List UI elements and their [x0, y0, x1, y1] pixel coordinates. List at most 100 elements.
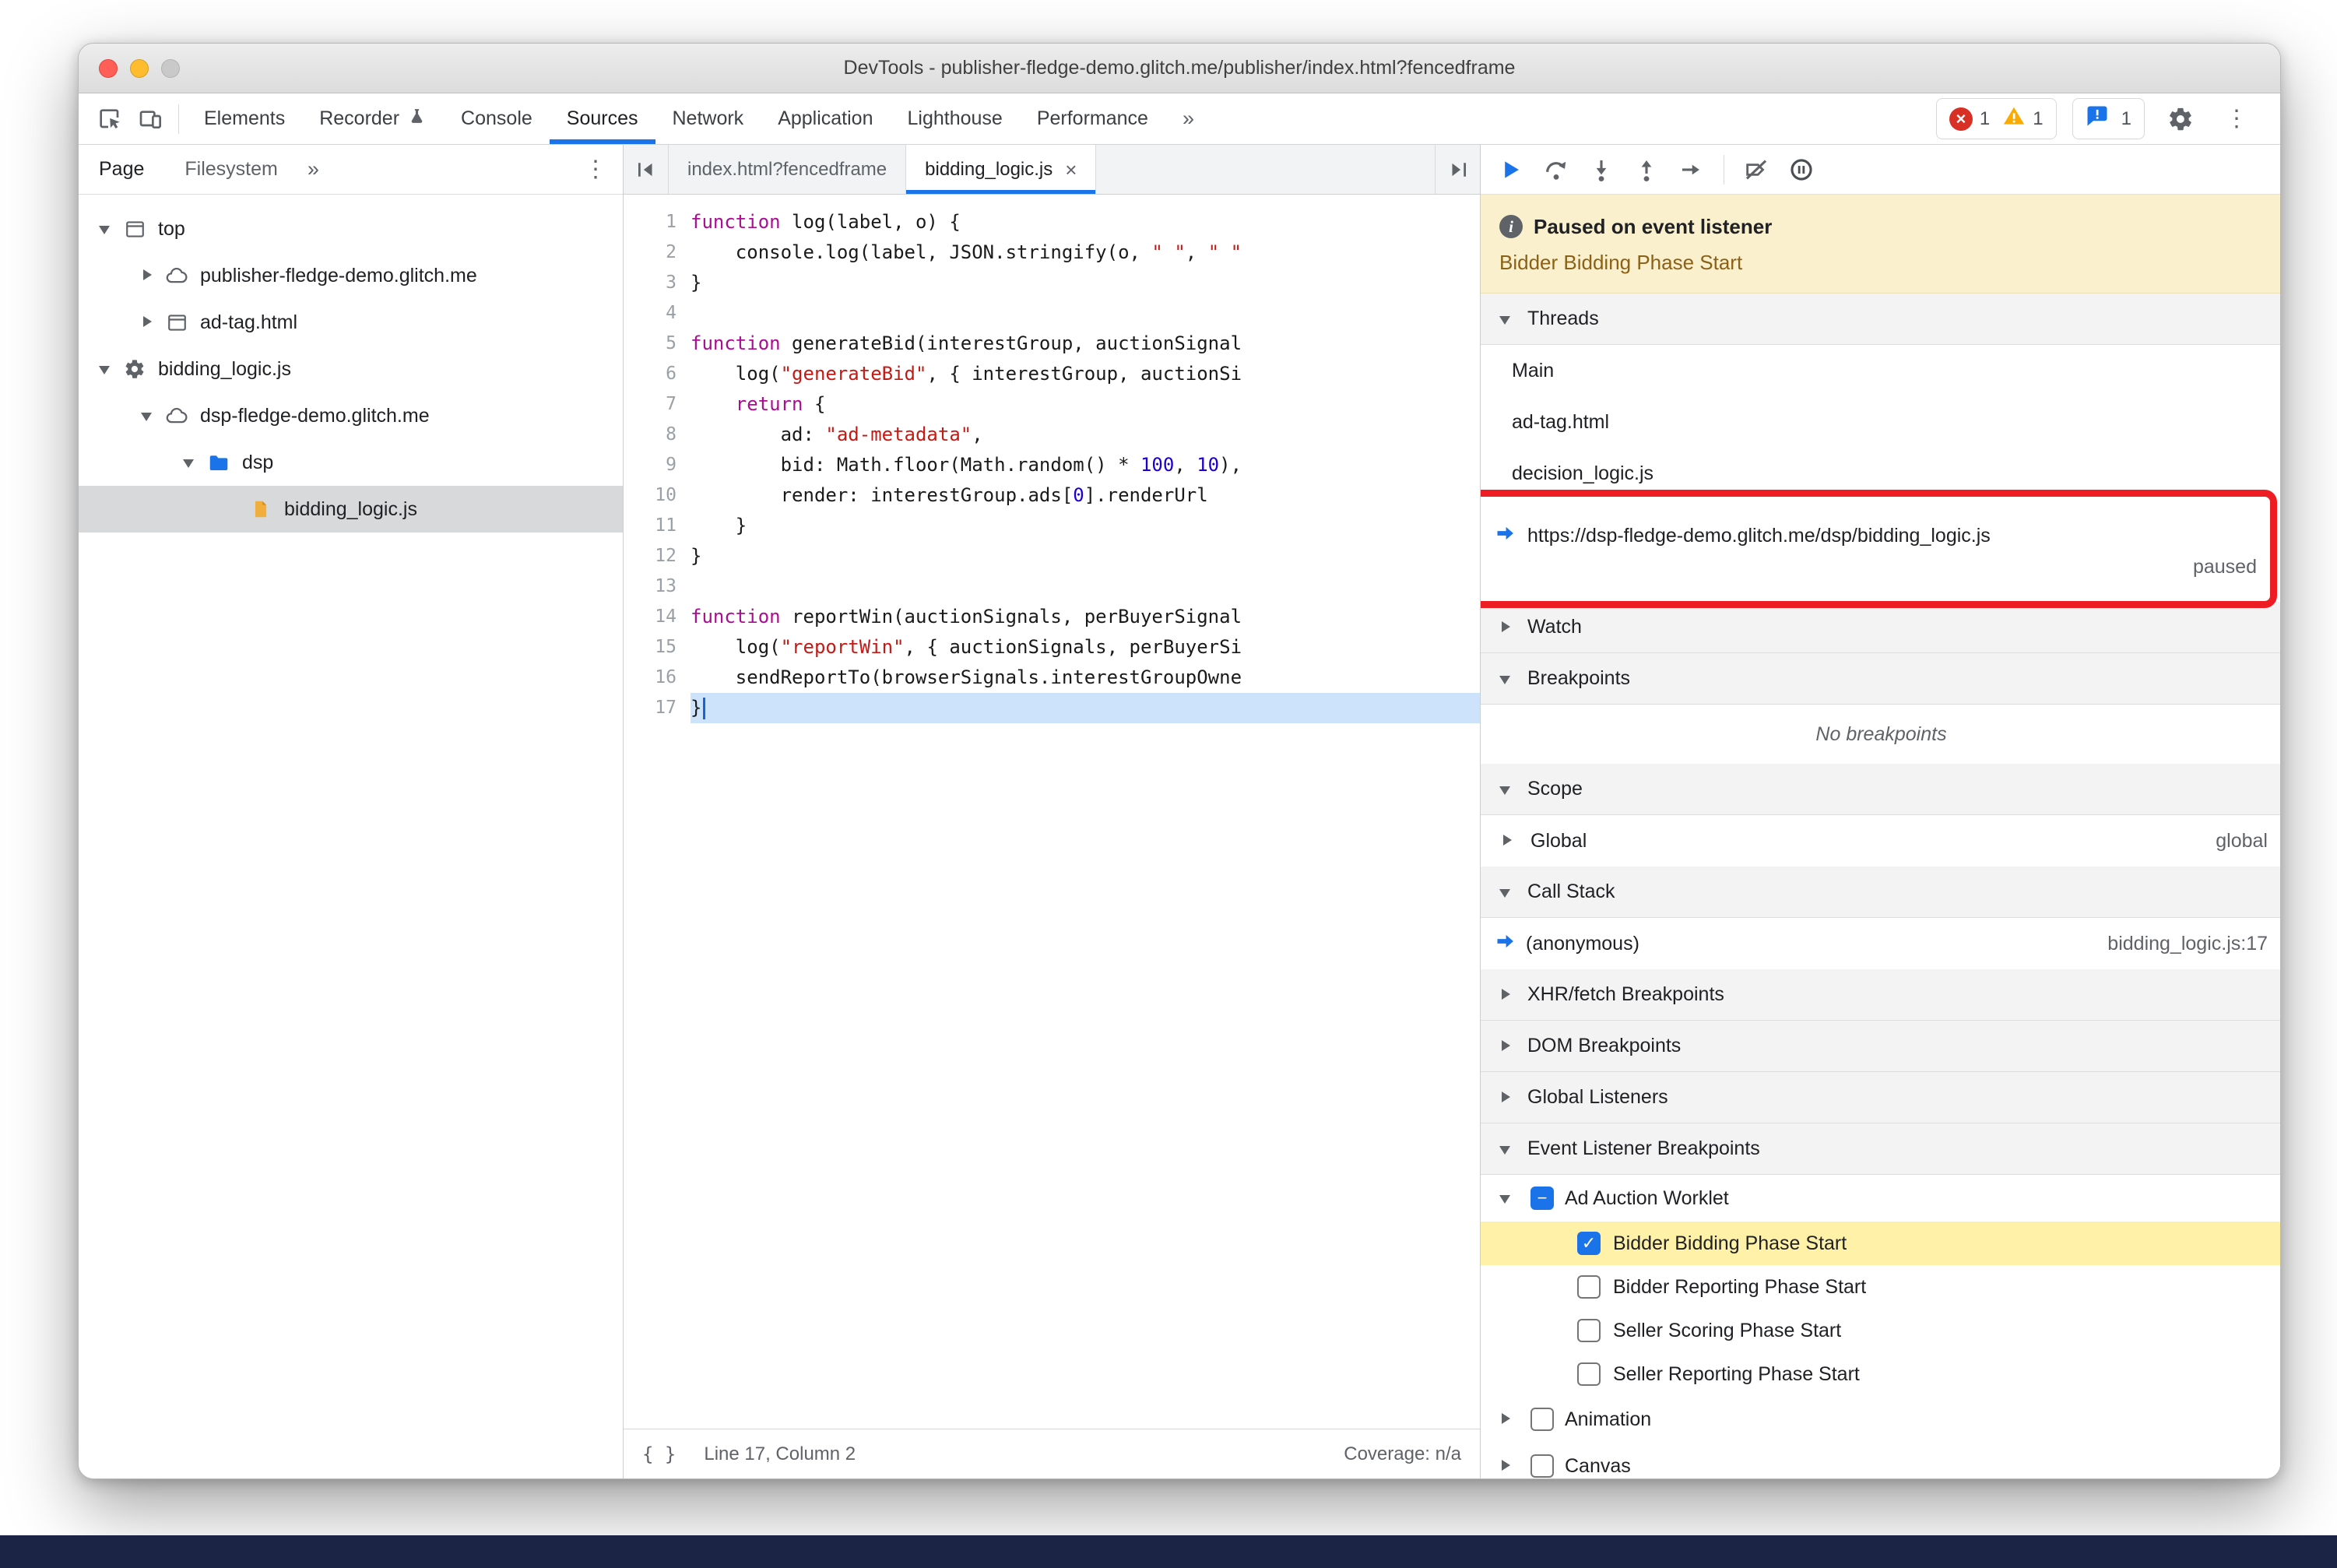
tree-item-top[interactable]: top: [79, 206, 623, 252]
section-breakpoints[interactable]: Breakpoints: [1481, 653, 2280, 705]
checkbox-unchecked[interactable]: [1577, 1319, 1601, 1342]
code-text[interactable]: sendReportTo(browserSignals.interestGrou…: [691, 663, 1480, 693]
elb-item-bidder-bidding-phase-start[interactable]: Bidder Bidding Phase Start: [1481, 1222, 2280, 1265]
settings-gear-icon[interactable]: [2160, 99, 2201, 139]
collapse-icon[interactable]: [177, 453, 203, 472]
collapse-icon[interactable]: [135, 406, 161, 425]
elb-item-seller-reporting-phase-start[interactable]: Seller Reporting Phase Start: [1481, 1352, 2280, 1396]
section-scope[interactable]: Scope: [1481, 764, 2280, 815]
tab-performance[interactable]: Performance: [1020, 93, 1165, 144]
code-line[interactable]: 3}: [624, 268, 1480, 298]
tab-console[interactable]: Console: [444, 93, 550, 144]
section-xhr-breakpoints[interactable]: XHR/fetch Breakpoints: [1481, 969, 2280, 1021]
hide-navigator-icon[interactable]: [624, 145, 669, 194]
code-text[interactable]: function generateBid(interestGroup, auct…: [691, 329, 1480, 359]
section-threads[interactable]: Threads: [1481, 294, 2280, 345]
tree-item-dsp-fledge-demo-glitch-me[interactable]: dsp-fledge-demo.glitch.me: [79, 392, 623, 439]
error-badge[interactable]: × 1: [1949, 107, 1990, 131]
code-text[interactable]: return {: [691, 389, 1480, 420]
code-text[interactable]: log("generateBid", { interestGroup, auct…: [691, 359, 1480, 389]
thread-item-ad-tag-html[interactable]: ad-tag.html: [1481, 396, 2280, 448]
code-text[interactable]: bid: Math.floor(Math.random() * 100, 10)…: [691, 450, 1480, 480]
issues-button[interactable]: 1: [2072, 98, 2145, 139]
code-text[interactable]: [691, 298, 1480, 329]
checkbox-indeterminate[interactable]: [1530, 1187, 1554, 1210]
code-text[interactable]: }: [691, 541, 1480, 571]
code-line[interactable]: 4: [624, 298, 1480, 329]
elb-item-seller-scoring-phase-start[interactable]: Seller Scoring Phase Start: [1481, 1309, 2280, 1352]
scope-row-global[interactable]: Global global: [1481, 815, 2280, 867]
code-text[interactable]: }: [691, 511, 1480, 541]
format-code-icon[interactable]: { }: [642, 1443, 676, 1465]
tab-recorder[interactable]: Recorder: [302, 93, 444, 144]
collapse-icon[interactable]: [93, 360, 119, 378]
tab-page[interactable]: Page: [79, 145, 164, 194]
tab-sources[interactable]: Sources: [550, 93, 655, 144]
collapse-icon[interactable]: [93, 220, 119, 238]
code-line[interactable]: 5 function generateBid(interestGroup, auc…: [624, 329, 1480, 359]
file-tab-index-html-fencedframe[interactable]: index.html?fencedframe: [669, 145, 907, 194]
code-text[interactable]: }: [691, 268, 1480, 298]
pause-on-exceptions-button[interactable]: [1780, 149, 1822, 191]
tab-network[interactable]: Network: [655, 93, 761, 144]
code-text[interactable]: ad: "ad-metadata",: [691, 420, 1480, 450]
expand-icon[interactable]: [135, 266, 161, 285]
next-editor-tab-icon[interactable]: [1435, 145, 1480, 194]
deactivate-breakpoints-button[interactable]: [1735, 149, 1777, 191]
section-dom-breakpoints[interactable]: DOM Breakpoints: [1481, 1021, 2280, 1072]
inspect-element-icon[interactable]: [90, 99, 130, 139]
elb-group-ad-auction-worklet[interactable]: Ad Auction Worklet: [1481, 1175, 2280, 1222]
checkbox-unchecked[interactable]: [1530, 1454, 1554, 1478]
code-line[interactable]: 10 render: interestGroup.ads[0].renderUr…: [624, 480, 1480, 511]
main-menu-icon[interactable]: ⋮: [2216, 99, 2257, 139]
code-text[interactable]: function log(label, o) {: [691, 207, 1480, 237]
navigator-more-tabs-chevron[interactable]: »: [298, 145, 329, 194]
checkbox-unchecked[interactable]: [1577, 1275, 1601, 1299]
more-panels-chevron[interactable]: »: [1165, 93, 1211, 144]
section-event-listener-breakpoints[interactable]: Event Listener Breakpoints: [1481, 1123, 2280, 1175]
code-text[interactable]: [691, 571, 1480, 602]
close-window-button[interactable]: [99, 59, 118, 78]
code-line[interactable]: 15 log("reportWin", { auctionSignals, pe…: [624, 632, 1480, 663]
code-line[interactable]: 6 log("generateBid", { interestGroup, au…: [624, 359, 1480, 389]
tab-elements[interactable]: Elements: [187, 93, 302, 144]
navigator-menu-icon[interactable]: ⋮: [568, 156, 623, 183]
code-text[interactable]: }: [691, 693, 1480, 723]
code-text[interactable]: function reportWin(auctionSignals, perBu…: [691, 602, 1480, 632]
checkbox-unchecked[interactable]: [1530, 1408, 1554, 1431]
code-text[interactable]: render: interestGroup.ads[0].renderUrl: [691, 480, 1480, 511]
checkbox-checked[interactable]: [1577, 1232, 1601, 1255]
tab-application[interactable]: Application: [761, 93, 890, 144]
code-line[interactable]: 13: [624, 571, 1480, 602]
thread-item-main[interactable]: Main: [1481, 345, 2280, 396]
step-button[interactable]: [1671, 149, 1713, 191]
section-call-stack[interactable]: Call Stack: [1481, 867, 2280, 918]
fullscreen-window-button[interactable]: [161, 59, 180, 78]
code-line[interactable]: 12}: [624, 541, 1480, 571]
code-line[interactable]: 1 function log(label, o) {: [624, 207, 1480, 237]
warning-badge[interactable]: 1: [2002, 104, 2044, 133]
expand-icon[interactable]: [1493, 1457, 1520, 1475]
thread-item-paused[interactable]: https://dsp-fledge-demo.glitch.me/dsp/bi…: [1481, 490, 2280, 608]
collapse-icon[interactable]: [1493, 1189, 1520, 1208]
step-into-button[interactable]: [1580, 149, 1622, 191]
thread-item-decision-logic-js[interactable]: decision_logic.js: [1481, 448, 2280, 499]
tree-item-bidding-logic-js[interactable]: bidding_logic.js: [79, 346, 623, 392]
step-out-button[interactable]: [1625, 149, 1668, 191]
elb-item-bidder-reporting-phase-start[interactable]: Bidder Reporting Phase Start: [1481, 1265, 2280, 1309]
tab-lighthouse[interactable]: Lighthouse: [891, 93, 1020, 144]
elb-group-canvas[interactable]: Canvas: [1481, 1443, 2280, 1478]
tree-item-ad-tag-html[interactable]: ad-tag.html: [79, 299, 623, 346]
tab-filesystem[interactable]: Filesystem: [164, 145, 297, 194]
resume-script-button[interactable]: [1490, 149, 1532, 191]
call-stack-frame[interactable]: (anonymous) bidding_logic.js:17: [1481, 918, 2280, 969]
checkbox-unchecked[interactable]: [1577, 1362, 1601, 1386]
code-line[interactable]: 14 function reportWin(auctionSignals, per…: [624, 602, 1480, 632]
code-line[interactable]: 16 sendReportTo(browserSignals.interestG…: [624, 663, 1480, 693]
code-line[interactable]: 17}: [624, 693, 1480, 723]
file-tab-bidding-logic-js[interactable]: bidding_logic.js ×: [906, 145, 1097, 194]
code-line[interactable]: 7 return {: [624, 389, 1480, 420]
section-global-listeners[interactable]: Global Listeners: [1481, 1072, 2280, 1123]
step-over-button[interactable]: [1535, 149, 1577, 191]
device-toolbar-icon[interactable]: [130, 99, 170, 139]
